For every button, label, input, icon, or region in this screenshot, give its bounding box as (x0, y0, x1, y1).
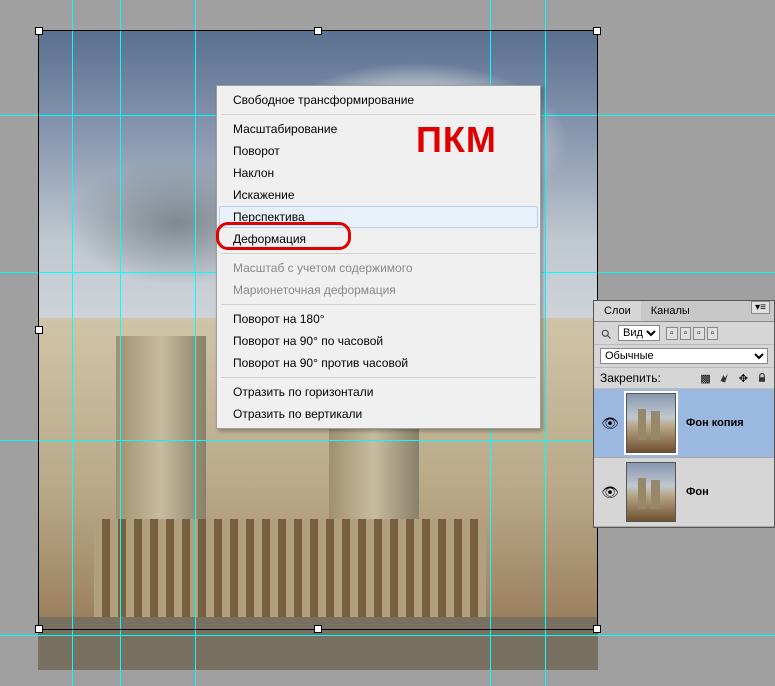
layer-thumbnail[interactable] (626, 462, 676, 522)
menu-item[interactable]: Деформация (219, 228, 538, 250)
menu-item[interactable]: Свободное трансформирование (219, 89, 538, 111)
lock-transparency-icon[interactable]: ▩ (700, 372, 710, 385)
menu-item[interactable]: Наклон (219, 162, 538, 184)
tab-channels[interactable]: Каналы (641, 301, 700, 321)
menu-item[interactable]: Поворот на 90° по часовой (219, 330, 538, 352)
menu-item[interactable]: Поворот на 180° (219, 308, 538, 330)
filter-icon[interactable]: ▫ (707, 327, 719, 340)
search-icon (600, 326, 612, 340)
guide-vertical[interactable] (195, 0, 196, 686)
layer-visibility-icon[interactable]: 👁 (598, 415, 622, 432)
menu-item[interactable]: Отразить по вертикали (219, 403, 538, 425)
menu-item[interactable]: Перспектива (219, 206, 538, 228)
layers-panel: Слои Каналы ▾≡ Вид ▫ ▫ ▫ ▫ Обычные Закре… (593, 300, 775, 528)
menu-separator (221, 304, 536, 305)
transform-context-menu: Свободное трансформирование Масштабирован… (216, 85, 541, 429)
menu-item[interactable]: Искажение (219, 184, 538, 206)
menu-item[interactable]: Отразить по горизонтали (219, 381, 538, 403)
guide-vertical[interactable] (545, 0, 546, 686)
panel-menu-icon[interactable]: ▾≡ (751, 301, 770, 314)
guide-horizontal[interactable] (0, 635, 775, 636)
menu-item: Масштаб с учетом содержимого (219, 257, 538, 279)
tab-layers[interactable]: Слои (594, 301, 641, 321)
layer-row[interactable]: 👁 Фон копия (594, 389, 774, 458)
lock-position-icon[interactable]: ✥ (739, 372, 748, 385)
layer-list: 👁 Фон копия 👁 Фон (594, 389, 774, 527)
layer-filter-select[interactable]: Вид (618, 325, 660, 341)
layer-thumbnail[interactable] (626, 393, 676, 453)
filter-icon[interactable]: ▫ (666, 327, 678, 340)
layer-row[interactable]: 👁 Фон (594, 458, 774, 527)
menu-separator (221, 253, 536, 254)
blend-mode-select[interactable]: Обычные (600, 348, 768, 364)
menu-separator (221, 377, 536, 378)
menu-item[interactable]: Поворот на 90° против часовой (219, 352, 538, 374)
filter-icon[interactable]: ▫ (680, 327, 692, 340)
guide-vertical[interactable] (120, 0, 121, 686)
lock-row: Закрепить: ▩ ✥ (594, 368, 774, 389)
menu-item: Марионеточная деформация (219, 279, 538, 301)
menu-item[interactable]: Поворот (219, 140, 538, 162)
filter-icon[interactable]: ▫ (693, 327, 705, 340)
layer-name-label[interactable]: Фон копия (680, 417, 744, 429)
layer-visibility-icon[interactable]: 👁 (598, 484, 622, 501)
guide-vertical[interactable] (72, 0, 73, 686)
menu-separator (221, 114, 536, 115)
layer-filter-row: Вид ▫ ▫ ▫ ▫ (594, 322, 774, 345)
blend-mode-row: Обычные (594, 345, 774, 368)
menu-item[interactable]: Масштабирование (219, 118, 538, 140)
image-ground (38, 617, 598, 670)
lock-pixels-icon[interactable] (719, 372, 731, 385)
lock-all-icon[interactable] (756, 372, 768, 385)
lock-label: Закрепить: (600, 371, 661, 385)
layer-name-label[interactable]: Фон (680, 486, 709, 498)
panel-tab-row: Слои Каналы ▾≡ (594, 301, 774, 322)
